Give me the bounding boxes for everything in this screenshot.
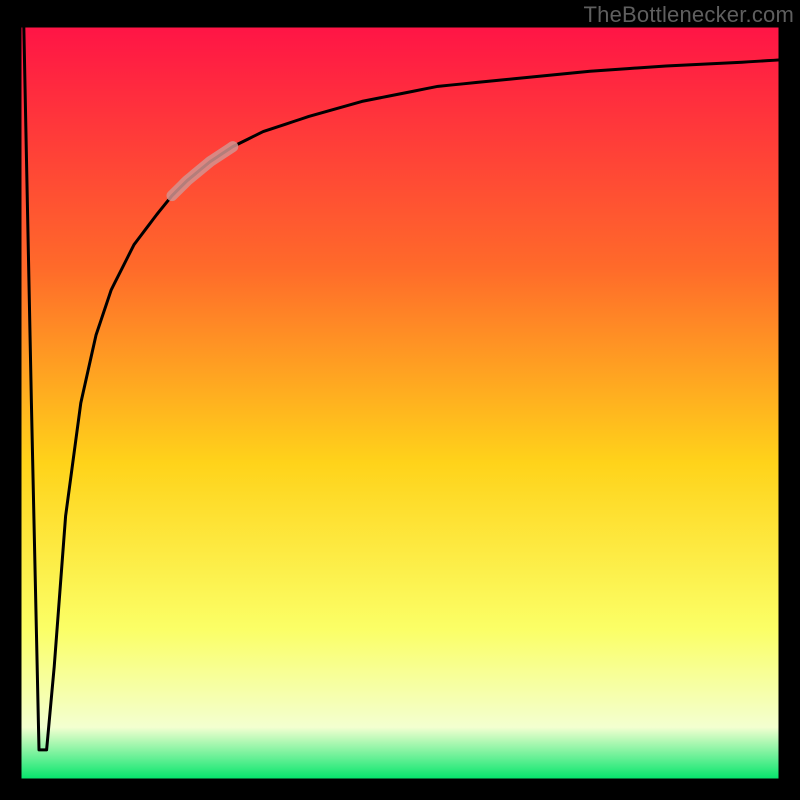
gradient-background <box>20 26 780 780</box>
plot-area <box>20 26 780 780</box>
chart-container: TheBottleneсker.com <box>0 0 800 800</box>
attribution-label: TheBottleneсker.com <box>584 2 794 28</box>
chart-svg <box>20 26 780 780</box>
